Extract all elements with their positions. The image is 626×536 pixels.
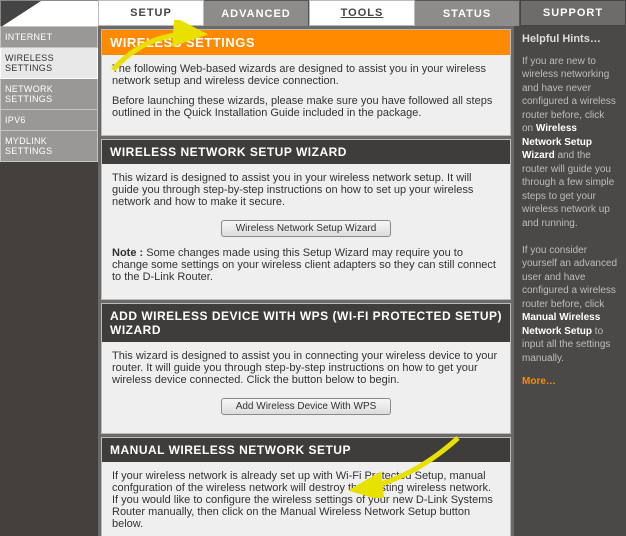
sidebar-item-ipv6[interactable]: IPV6 [0,110,98,131]
hints-para-1: If you are new to wireless networking an… [522,55,618,231]
hints-para-2: If you consider yourself an advanced use… [522,244,618,366]
tab-advanced[interactable]: ADVANCED [204,0,309,26]
wps-text: This wizard is designed to assist you in… [112,350,500,386]
section-title-wireless-settings: WIRELESS SETTINGS [102,30,510,55]
section-title-wps-wizard: ADD WIRELESS DEVICE WITH WPS (WI-FI PROT… [102,304,510,342]
tab-support[interactable]: SUPPORT [520,0,626,26]
sidebar-item-wireless-settings[interactable]: WIRELESS SETTINGS [0,48,98,79]
wireless-intro-2: Before launching these wizards, please m… [112,95,500,119]
wireless-intro-1: The following Web-based wizards are desi… [112,63,500,87]
wireless-setup-wizard-button[interactable]: Wireless Network Setup Wizard [221,220,392,237]
support-column: Helpful Hints… If you are new to wireles… [514,26,626,536]
section-manual-setup: MANUAL WIRELESS NETWORK SETUP If your wi… [101,437,511,536]
tab-setup[interactable]: SETUP [98,0,204,26]
brand-logo-area [0,0,98,26]
hints-heading: Helpful Hints… [522,32,618,47]
content-area: WIRELESS SETTINGS The following Web-base… [98,26,514,536]
section-setup-wizard: WIRELESS NETWORK SETUP WIZARD This wizar… [101,139,511,300]
section-wps-wizard: ADD WIRELESS DEVICE WITH WPS (WI-FI PROT… [101,303,511,434]
hints-more-link[interactable]: More… [522,375,618,389]
side-nav: INTERNET WIRELESS SETTINGS NETWORK SETTI… [0,26,98,536]
section-title-manual-setup: MANUAL WIRELESS NETWORK SETUP [102,438,510,462]
wizard-note: Note : Some changes made using this Setu… [112,247,500,283]
manual-text: If your wireless network is already set … [112,470,500,530]
top-tab-bar: SETUP ADVANCED TOOLS STATUS SUPPORT [0,0,626,26]
add-wps-device-button[interactable]: Add Wireless Device With WPS [221,398,392,415]
wizard-text: This wizard is designed to assist you in… [112,172,500,208]
sidebar-item-internet[interactable]: INTERNET [0,26,98,48]
section-wireless-settings: WIRELESS SETTINGS The following Web-base… [101,29,511,136]
section-title-setup-wizard: WIRELESS NETWORK SETUP WIZARD [102,140,510,164]
sidebar-item-mydlink-settings[interactable]: MYDLINK SETTINGS [0,131,98,162]
tab-tools[interactable]: TOOLS [309,0,415,26]
tab-status[interactable]: STATUS [415,0,520,26]
sidebar-item-network-settings[interactable]: NETWORK SETTINGS [0,79,98,110]
